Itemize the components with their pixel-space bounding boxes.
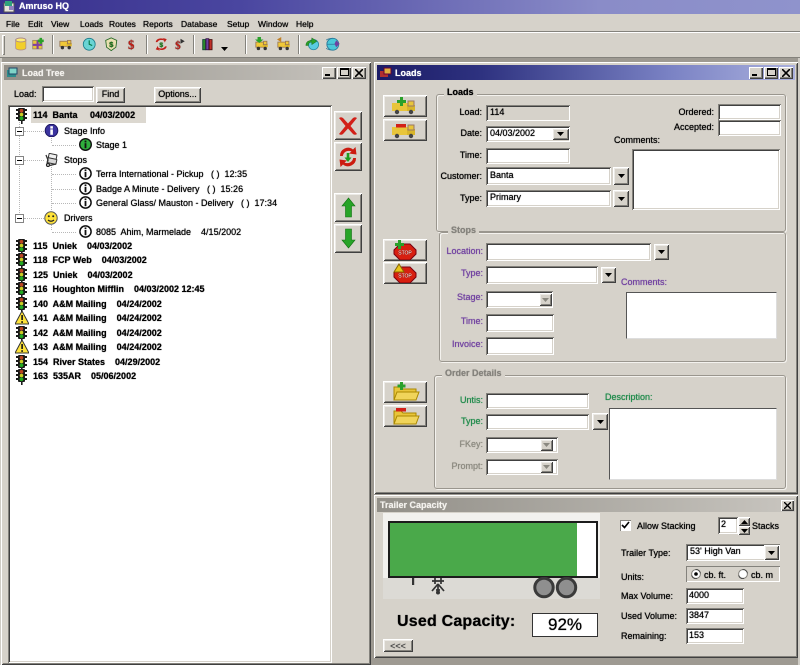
- svg-text:$: $: [128, 38, 135, 52]
- svg-text:$: $: [175, 40, 181, 52]
- svg-text:$: $: [109, 40, 114, 49]
- svg-text:STOP: STOP: [398, 274, 412, 280]
- svg-text:STOP: STOP: [398, 251, 412, 257]
- svg-text:$: $: [159, 42, 163, 49]
